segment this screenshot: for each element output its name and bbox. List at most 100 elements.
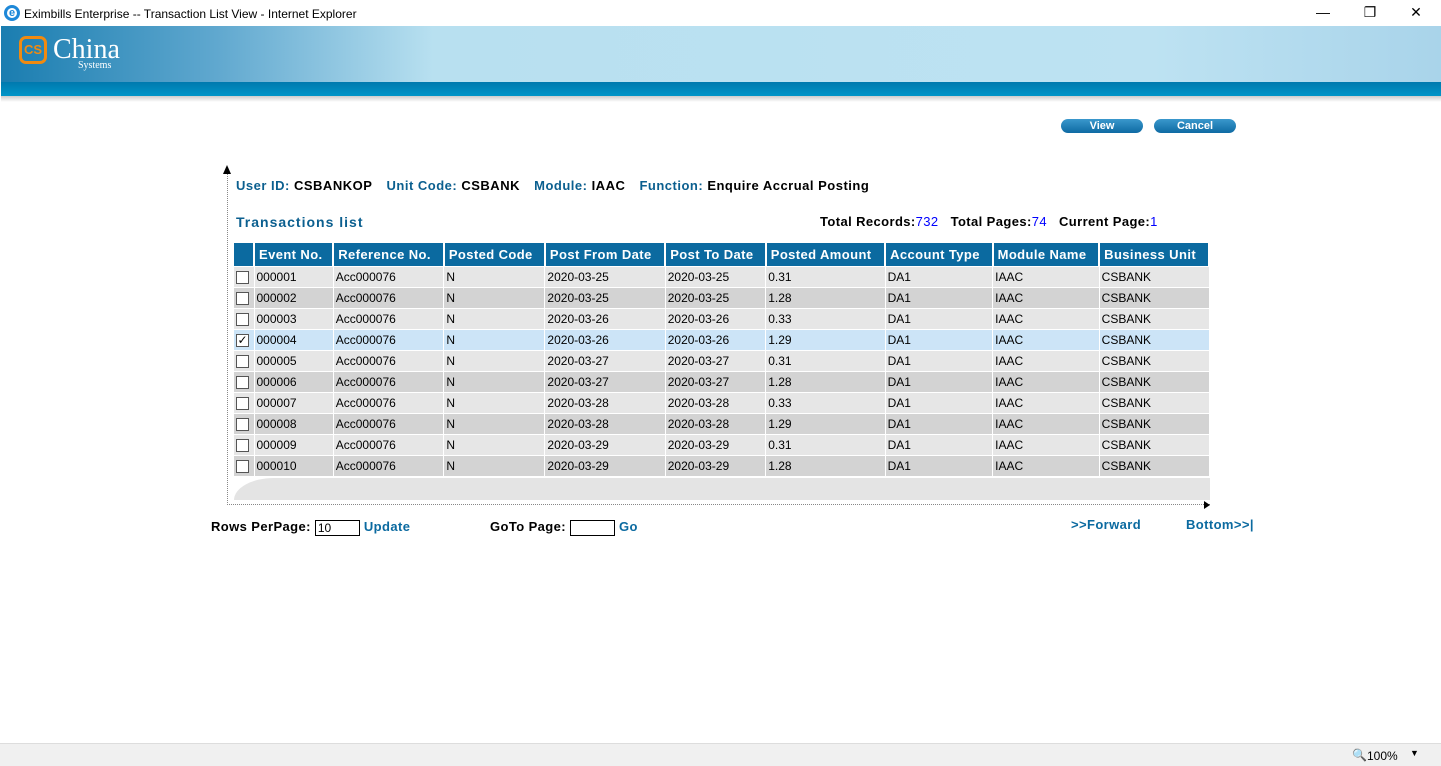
column-header[interactable]: Business Unit bbox=[1099, 243, 1210, 266]
row-checkbox[interactable] bbox=[236, 291, 249, 305]
module-value: IAAC bbox=[591, 178, 626, 193]
table-row[interactable]: 000006 Acc000076 N 2020-03-27 2020-03-27 1.28… bbox=[234, 370, 1210, 392]
column-header[interactable]: Reference No. bbox=[333, 243, 445, 266]
table-cell: N bbox=[443, 433, 546, 455]
column-header[interactable]: Posted Amount bbox=[765, 243, 887, 266]
table-cell: N bbox=[443, 391, 546, 413]
row-checkbox[interactable] bbox=[236, 375, 249, 389]
column-header[interactable]: Module Name bbox=[992, 243, 1101, 266]
total-records-value: 732 bbox=[915, 214, 939, 229]
table-row[interactable]: 000003 Acc000076 N 2020-03-26 2020-03-26 0.33… bbox=[234, 307, 1210, 329]
table-cell: 2020-03-26 bbox=[544, 307, 666, 329]
table-cell: DA1 bbox=[885, 370, 994, 392]
row-checkbox[interactable] bbox=[236, 438, 249, 452]
update-link[interactable]: Update bbox=[364, 519, 410, 534]
close-button[interactable]: ✕ bbox=[1406, 4, 1426, 21]
table-cell: 0.33 bbox=[765, 391, 886, 413]
table-cell: CSBANK bbox=[1099, 286, 1210, 308]
table-row[interactable]: 000005 Acc000076 N 2020-03-27 2020-03-27 0.31… bbox=[234, 349, 1210, 371]
table-cell: CSBANK bbox=[1099, 370, 1210, 392]
rows-per-page-input[interactable] bbox=[314, 519, 360, 536]
table-cell: 1.29 bbox=[765, 412, 886, 434]
row-checkbox[interactable] bbox=[236, 459, 249, 473]
goto-page: GoTo Page: Go bbox=[490, 519, 638, 536]
cancel-button[interactable]: Cancel bbox=[1154, 119, 1236, 133]
arrow-up-icon bbox=[223, 165, 231, 174]
table-cell: 2020-03-29 bbox=[665, 433, 767, 455]
go-link[interactable]: Go bbox=[619, 519, 638, 534]
table-row[interactable]: 000009 Acc000076 N 2020-03-29 2020-03-29 0.31… bbox=[234, 433, 1210, 455]
ie-icon: e bbox=[4, 5, 20, 21]
row-checkbox[interactable]: ✓ bbox=[236, 333, 249, 347]
logo-subtext: Systems bbox=[78, 60, 112, 71]
column-header[interactable]: Event No. bbox=[254, 243, 335, 266]
table-cell: 2020-03-27 bbox=[665, 349, 767, 371]
view-button[interactable]: View bbox=[1061, 119, 1143, 133]
row-select-cell bbox=[234, 391, 255, 413]
goto-page-input[interactable] bbox=[570, 519, 615, 536]
table-row[interactable]: 000007 Acc000076 N 2020-03-28 2020-03-28 0.33… bbox=[234, 391, 1210, 413]
table-cell: IAAC bbox=[992, 433, 1100, 455]
table-cell: N bbox=[443, 286, 546, 308]
list-title: Transactions list bbox=[236, 214, 364, 230]
row-select-cell bbox=[234, 370, 255, 392]
bottom-link[interactable]: Bottom>>| bbox=[1186, 517, 1254, 532]
table-cell: 2020-03-26 bbox=[665, 328, 767, 350]
user-id-label: User ID: bbox=[236, 178, 290, 193]
minimize-button[interactable]: — bbox=[1313, 4, 1333, 20]
row-checkbox[interactable] bbox=[236, 417, 249, 431]
table-cell: DA1 bbox=[885, 265, 994, 287]
unit-code-value: CSBANK bbox=[461, 178, 520, 193]
column-header[interactable]: Account Type bbox=[885, 243, 994, 266]
table-cell: 2020-03-25 bbox=[665, 265, 767, 287]
table-cell: IAAC bbox=[992, 454, 1100, 476]
row-checkbox[interactable] bbox=[236, 396, 249, 410]
table-row[interactable]: 000010 Acc000076 N 2020-03-29 2020-03-29 1.28… bbox=[234, 454, 1210, 476]
table-cell: 000001 bbox=[254, 265, 334, 287]
table-cell: 2020-03-25 bbox=[665, 286, 767, 308]
table-cell: 2020-03-28 bbox=[544, 391, 666, 413]
zoom-dropdown-icon[interactable]: ▼ bbox=[1410, 748, 1419, 758]
table-cell: 2020-03-25 bbox=[544, 286, 666, 308]
table-cell: IAAC bbox=[992, 265, 1100, 287]
table-cell: N bbox=[443, 349, 546, 371]
table-cell: N bbox=[443, 265, 546, 287]
row-select-cell bbox=[234, 307, 255, 329]
table-row[interactable]: ✓ 000004 Acc000076 N 2020-03-26 2020-03-26 1.2… bbox=[234, 328, 1210, 350]
row-select-cell bbox=[234, 286, 255, 308]
total-pages-label: Total Pages: bbox=[950, 214, 1032, 229]
arrow-right-icon bbox=[1204, 501, 1210, 509]
title-bar: e Eximbills Enterprise -- Transaction Li… bbox=[0, 0, 1441, 26]
table-cell: 1.28 bbox=[765, 454, 886, 476]
user-id-value: CSBANKOP bbox=[293, 178, 373, 193]
table-cell: CSBANK bbox=[1099, 349, 1210, 371]
table-cell: 1.28 bbox=[765, 286, 886, 308]
row-checkbox[interactable] bbox=[236, 354, 249, 368]
table-row[interactable]: 000002 Acc000076 N 2020-03-25 2020-03-25 1.28… bbox=[234, 286, 1210, 308]
table-cell: 0.33 bbox=[765, 307, 886, 329]
column-header[interactable]: Post To Date bbox=[665, 243, 767, 266]
table-cell: 2020-03-27 bbox=[544, 370, 666, 392]
table-cell: 2020-03-26 bbox=[665, 307, 767, 329]
table-cell: 000010 bbox=[254, 454, 334, 476]
table-cell: 2020-03-26 bbox=[544, 328, 666, 350]
table-cell: Acc000076 bbox=[333, 349, 445, 371]
row-checkbox[interactable] bbox=[236, 270, 249, 284]
total-records-label: Total Records: bbox=[820, 214, 916, 229]
window-title: Eximbills Enterprise -- Transaction List… bbox=[24, 7, 357, 21]
table-cell: CSBANK bbox=[1099, 328, 1210, 350]
column-header[interactable]: Posted Code bbox=[443, 243, 546, 266]
forward-link[interactable]: >>Forward bbox=[1071, 517, 1141, 532]
table-cell: 2020-03-29 bbox=[544, 454, 666, 476]
row-checkbox[interactable] bbox=[236, 312, 249, 326]
table-row[interactable]: 000008 Acc000076 N 2020-03-28 2020-03-28 1.29… bbox=[234, 412, 1210, 434]
logo-mark: CS bbox=[19, 36, 47, 64]
zoom-level[interactable]: 100% bbox=[1367, 749, 1398, 763]
table-cell: 2020-03-27 bbox=[544, 349, 666, 371]
column-header[interactable]: Post From Date bbox=[544, 243, 667, 266]
row-select-cell bbox=[234, 433, 255, 455]
table-row[interactable]: 000001 Acc000076 N 2020-03-25 2020-03-25 0.31… bbox=[234, 265, 1210, 287]
row-select-cell bbox=[234, 265, 255, 287]
status-bar: 🔍 100% ▼ bbox=[0, 743, 1441, 766]
restore-button[interactable]: ❐ bbox=[1360, 4, 1380, 21]
